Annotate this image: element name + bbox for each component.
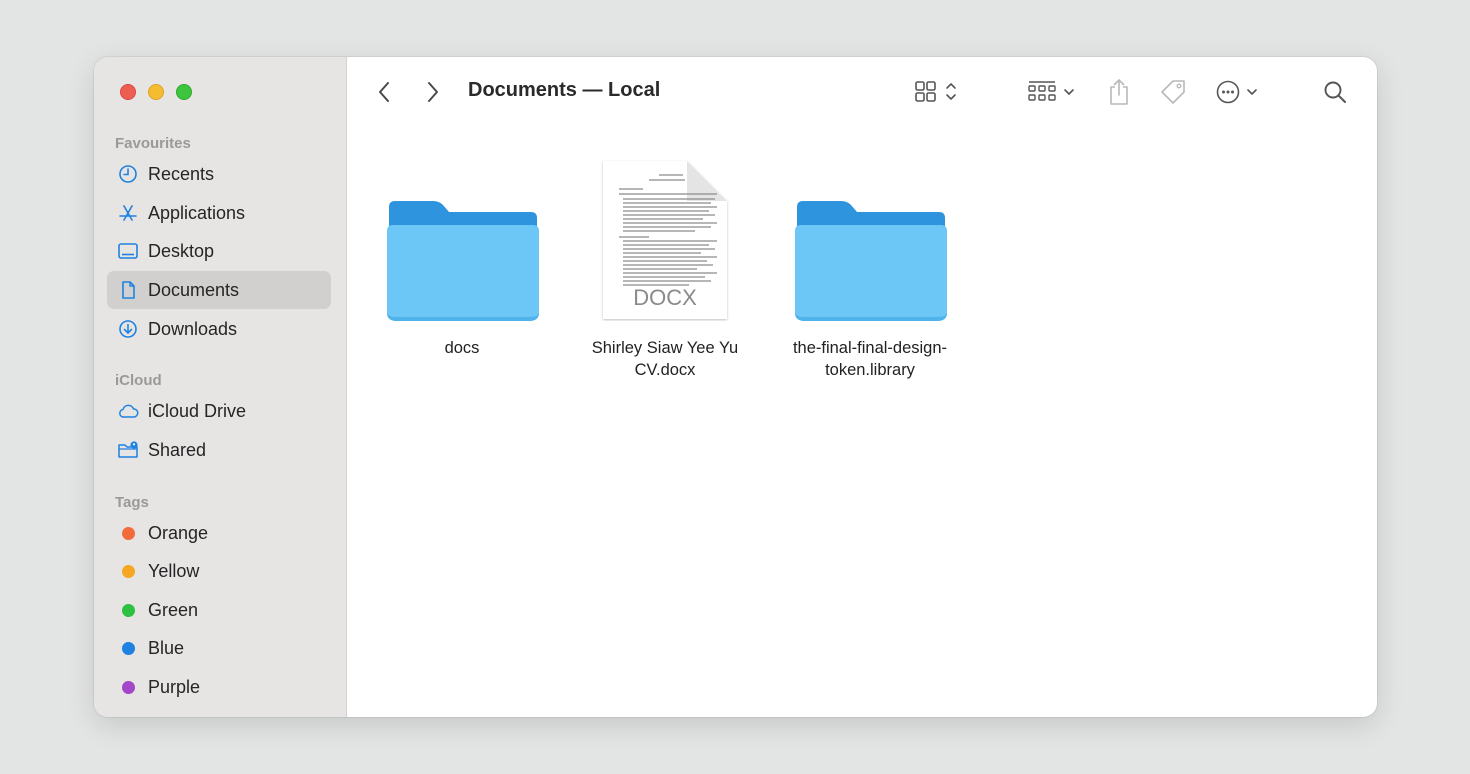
view-mode-button[interactable] bbox=[914, 78, 964, 106]
tag-button[interactable] bbox=[1157, 76, 1189, 108]
sidebar-section-tags: Tags bbox=[115, 494, 149, 511]
tag-color-dot bbox=[122, 527, 135, 540]
file-name-label: docs bbox=[444, 339, 480, 357]
zoom-window-button[interactable] bbox=[176, 84, 192, 100]
cloud-icon bbox=[119, 404, 139, 418]
icon-view-icon bbox=[915, 81, 956, 102]
sidebar-item-downloads[interactable]: Downloads bbox=[107, 310, 331, 348]
sidebar-section-favourites: Favourites bbox=[115, 135, 191, 152]
tag-color-dot bbox=[122, 604, 135, 617]
document-icon bbox=[122, 281, 135, 299]
sidebar-item-label: Recents bbox=[148, 163, 215, 184]
file-item-cv-docx[interactable]: DOCX Shirley Siaw Yee Yu CV.docx bbox=[555, 151, 775, 391]
sidebar: Favourites Recents Applications Desktop bbox=[94, 57, 347, 717]
chevron-right-icon bbox=[428, 82, 438, 102]
minimize-window-button[interactable] bbox=[148, 84, 164, 100]
sidebar-item-icloud-drive[interactable]: iCloud Drive bbox=[107, 392, 331, 430]
desktop-icon bbox=[118, 243, 138, 259]
tag-color-dot bbox=[122, 681, 135, 694]
sidebar-section-icloud: iCloud bbox=[115, 372, 162, 389]
sidebar-item-shared[interactable]: Shared bbox=[107, 431, 331, 469]
sidebar-item-label: Blue bbox=[148, 637, 185, 658]
search-icon bbox=[1324, 81, 1346, 103]
close-window-button[interactable] bbox=[120, 84, 136, 100]
file-name-label: Shirley Siaw Yee Yu bbox=[591, 339, 739, 357]
sidebar-item-label: Yellow bbox=[148, 560, 200, 581]
share-button[interactable] bbox=[1104, 75, 1134, 109]
sidebar-item-recents[interactable]: Recents bbox=[107, 155, 331, 193]
sidebar-tag-purple[interactable]: Purple bbox=[107, 668, 331, 706]
window-title: Documents — Local bbox=[468, 79, 661, 101]
sidebar-item-label: Downloads bbox=[148, 318, 238, 339]
group-grid-icon bbox=[1028, 81, 1074, 101]
file-item-docs[interactable]: docs bbox=[352, 151, 572, 391]
sidebar-item-label: Desktop bbox=[148, 240, 215, 261]
shared-folder-icon bbox=[118, 441, 138, 458]
folder-icon bbox=[387, 201, 539, 321]
back-button[interactable] bbox=[371, 77, 397, 107]
file-name-label-line2: token.library bbox=[825, 361, 915, 379]
file-name-label: the-final-final-design- bbox=[792, 339, 948, 357]
chevron-left-icon bbox=[379, 82, 389, 102]
tag-color-dot bbox=[122, 565, 135, 578]
download-icon bbox=[119, 320, 137, 338]
sidebar-item-label: Purple bbox=[148, 676, 201, 697]
sidebar-item-documents[interactable]: Documents bbox=[107, 271, 331, 309]
group-button[interactable] bbox=[1027, 78, 1079, 106]
file-name-label-line2: CV.docx bbox=[634, 361, 696, 379]
toolbar: Documents — Local bbox=[347, 57, 1377, 127]
sidebar-tag-blue[interactable]: Blue bbox=[107, 629, 331, 667]
tag-color-dot bbox=[122, 642, 135, 655]
search-button[interactable] bbox=[1321, 78, 1349, 106]
share-icon bbox=[1110, 79, 1128, 105]
sidebar-item-applications[interactable]: Applications bbox=[107, 194, 331, 232]
docx-badge: DOCX bbox=[633, 285, 697, 310]
sidebar-tag-orange[interactable]: Orange bbox=[107, 514, 331, 552]
sidebar-tag-green[interactable]: Green bbox=[107, 591, 331, 629]
docx-document-icon: DOCX bbox=[603, 161, 727, 319]
sidebar-item-label: Applications bbox=[148, 202, 246, 223]
folder-icon bbox=[795, 201, 947, 321]
ellipsis-circle-icon bbox=[1216, 80, 1257, 104]
sidebar-item-label: Documents bbox=[148, 279, 240, 300]
sidebar-tag-yellow[interactable]: Yellow bbox=[107, 552, 331, 590]
sidebar-item-label: Orange bbox=[148, 522, 209, 543]
sidebar-item-desktop[interactable]: Desktop bbox=[107, 232, 331, 270]
sidebar-item-label: iCloud Drive bbox=[148, 400, 247, 421]
file-item-design-token-library[interactable]: the-final-final-design- token.library bbox=[760, 151, 980, 391]
tag-icon bbox=[1161, 80, 1185, 104]
clock-icon bbox=[119, 165, 137, 183]
finder-window: Favourites Recents Applications Desktop bbox=[94, 57, 1377, 717]
sidebar-item-label: Green bbox=[148, 599, 199, 620]
more-actions-button[interactable] bbox=[1215, 78, 1267, 106]
applications-icon bbox=[119, 205, 137, 221]
sidebar-item-label: Shared bbox=[148, 439, 207, 460]
forward-button[interactable] bbox=[420, 77, 446, 107]
